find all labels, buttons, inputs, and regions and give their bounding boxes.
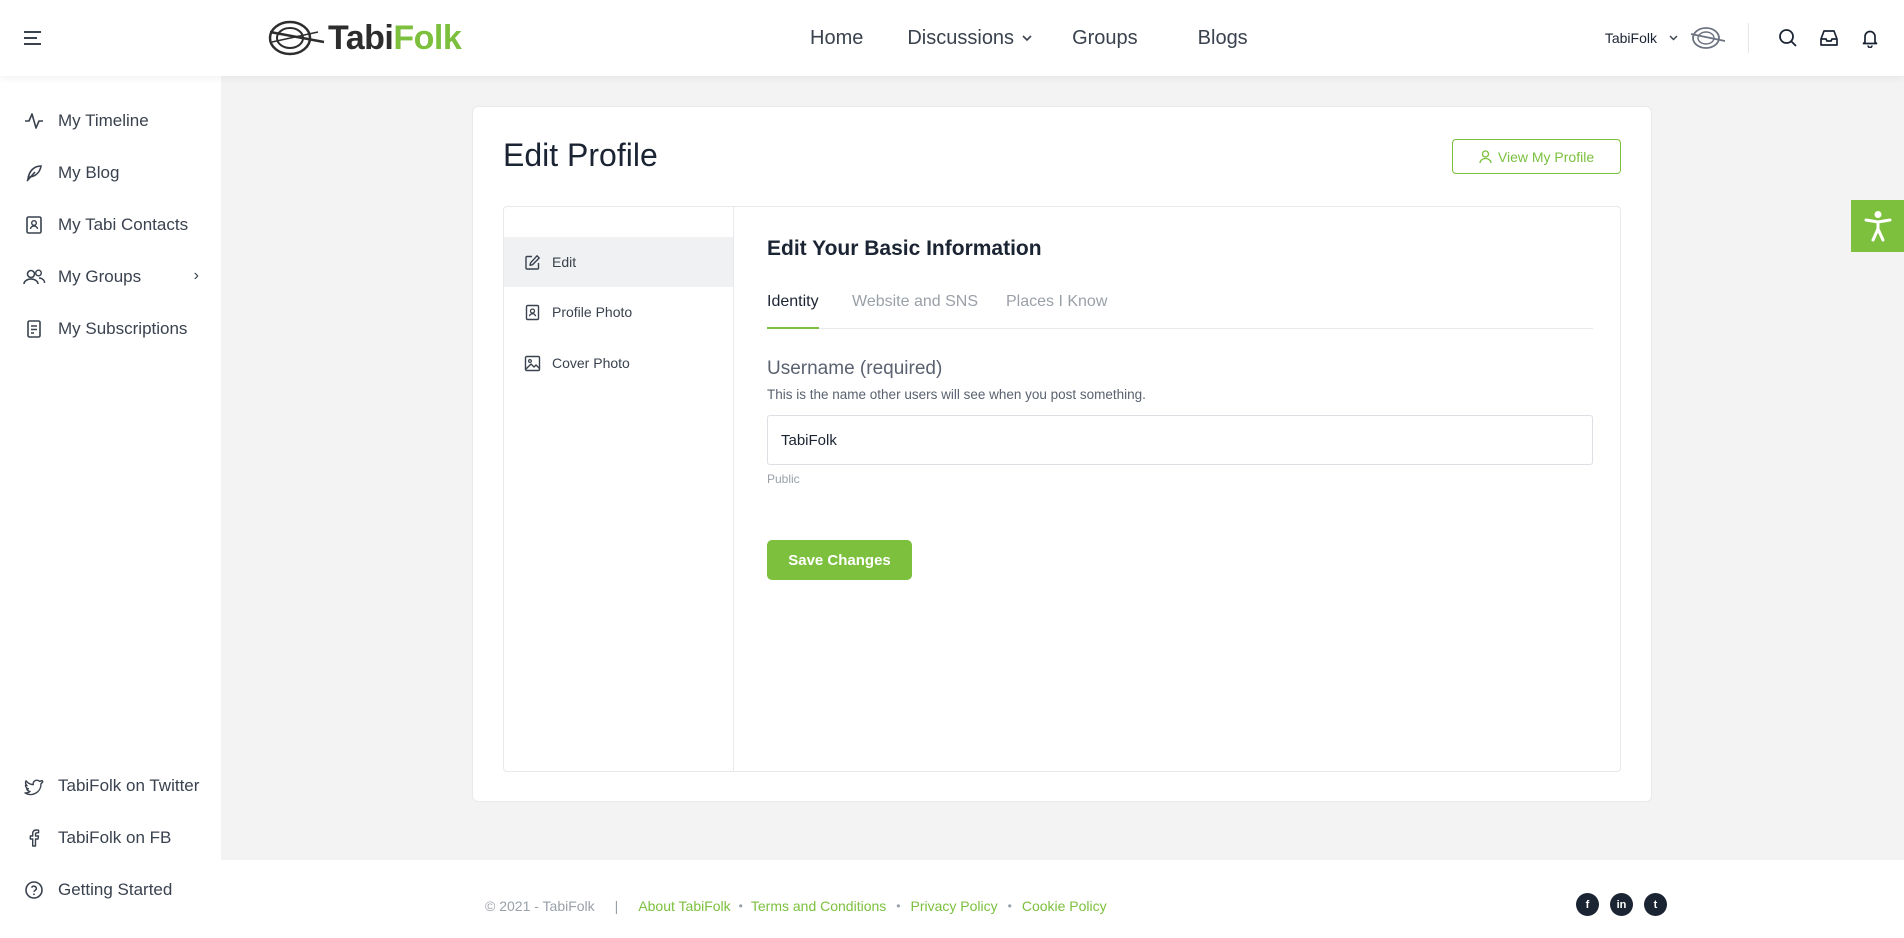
edit-profile-card: Edit Profile View My Profile Edit Profil… <box>472 106 1652 802</box>
subnav-label: Edit <box>552 254 577 270</box>
view-my-profile-label: View My Profile <box>1497 148 1595 165</box>
footer-separator: | <box>614 898 619 914</box>
username-input[interactable] <box>767 415 1593 465</box>
inbox-button[interactable] <box>1808 28 1849 48</box>
tab-website-and-sns[interactable]: Website and SNS <box>852 293 978 329</box>
header-divider <box>1748 23 1749 53</box>
linkedin-icon[interactable]: in <box>1610 893 1633 916</box>
visibility-label: Public <box>767 472 800 486</box>
subnav-cover-photo[interactable]: Cover Photo <box>504 338 733 388</box>
accessibility-icon <box>1864 211 1891 242</box>
profile-editor: Edit Profile Photo Cover Photo Edit Your… <box>503 206 1621 772</box>
activity-icon <box>22 109 46 133</box>
footer-link-about[interactable]: About TabiFolk <box>638 898 730 914</box>
nav-groups[interactable]: Groups <box>1072 27 1138 50</box>
subnav-edit[interactable]: Edit <box>504 237 733 287</box>
nav-discussions-label: Discussions <box>907 26 1015 49</box>
twitter-icon[interactable]: t <box>1644 893 1667 916</box>
subnav-label: Profile Photo <box>552 304 633 320</box>
avatar[interactable] <box>1690 24 1726 52</box>
sidebar-item-label: TabiFolk on Twitter <box>58 776 200 795</box>
help-circle-icon <box>22 878 46 902</box>
nav-home[interactable]: Home <box>810 27 863 50</box>
sidebar-item-my-tabi-contacts[interactable]: My Tabi Contacts <box>0 207 221 243</box>
footer-dot: • <box>1007 899 1012 913</box>
sidebar-item-label: My Blog <box>58 163 120 182</box>
edit-icon <box>525 254 540 270</box>
save-changes-button[interactable]: Save Changes <box>767 540 912 580</box>
footer-dot: • <box>896 899 901 913</box>
sidebar-item-label: My Tabi Contacts <box>58 215 189 234</box>
sidebar: My Timeline My Blog My Tabi Contacts My … <box>0 76 221 938</box>
user-menu-name[interactable]: TabiFolk <box>1605 30 1657 46</box>
subnav-profile-photo[interactable]: Profile Photo <box>504 287 733 337</box>
chevron-down-icon[interactable] <box>1669 35 1678 41</box>
sidebar-item-label: My Timeline <box>58 111 149 130</box>
sidebar-item-my-timeline[interactable]: My Timeline <box>0 103 221 139</box>
footer-social-icons: f in t <box>1576 893 1678 916</box>
search-button[interactable] <box>1767 28 1808 48</box>
sidebar-item-my-groups[interactable]: My Groups › <box>0 259 221 295</box>
footer-link-terms[interactable]: Terms and Conditions <box>751 898 886 914</box>
bell-icon <box>1862 30 1877 48</box>
nav-blogs[interactable]: Blogs <box>1198 27 1248 50</box>
sidebar-item-my-blog[interactable]: My Blog <box>0 155 221 191</box>
contact-book-icon <box>22 213 46 237</box>
menu-toggle-icon[interactable] <box>22 28 44 48</box>
sidebar-item-label: TabiFolk on FB <box>58 828 172 847</box>
footer-dot: • <box>738 899 743 913</box>
feather-icon <box>22 161 46 185</box>
sidebar-item-my-subscriptions[interactable]: My Subscriptions <box>0 311 221 347</box>
tab-identity[interactable]: Identity <box>767 293 819 329</box>
facebook-icon[interactable]: f <box>1576 893 1599 916</box>
sidebar-item-label: My Groups <box>58 267 142 286</box>
site-logo[interactable]: TabiFolk <box>268 16 462 60</box>
username-help-text: This is the name other users will see wh… <box>767 387 1146 402</box>
sidebar-item-facebook[interactable]: TabiFolk on FB <box>0 820 221 856</box>
logo-emblem-icon <box>268 20 325 56</box>
notifications-button[interactable] <box>1849 28 1890 48</box>
profile-tabs: Identity Website and SNS Places I Know <box>767 293 1593 329</box>
accessibility-button[interactable] <box>1851 200 1904 252</box>
logo-text-part2: Folk <box>393 18 462 57</box>
chevron-down-icon <box>1022 34 1032 41</box>
footer-link-privacy[interactable]: Privacy Policy <box>910 898 997 914</box>
profile-subnav: Edit Profile Photo Cover Photo <box>504 207 734 771</box>
sidebar-item-twitter[interactable]: TabiFolk on Twitter <box>0 768 221 804</box>
copyright: © 2021 - TabiFolk <box>485 898 595 914</box>
main-nav: Home Discussions Groups Blogs <box>810 0 1248 76</box>
footer: © 2021 - TabiFolk | About TabiFolk • Ter… <box>221 860 1904 938</box>
user-icon <box>1479 149 1492 163</box>
nav-discussions[interactable]: Discussions <box>907 27 1032 50</box>
subscriptions-icon <box>22 317 46 341</box>
footer-links: © 2021 - TabiFolk | About TabiFolk • Ter… <box>485 898 1107 914</box>
subnav-label: Cover Photo <box>552 355 630 371</box>
logo-text-part1: Tabi <box>328 18 394 57</box>
sidebar-item-label: My Subscriptions <box>58 319 188 338</box>
footer-link-cookie[interactable]: Cookie Policy <box>1022 898 1107 914</box>
twitter-icon <box>22 774 46 798</box>
logo-text: TabiFolk <box>328 18 462 58</box>
image-icon <box>524 355 541 371</box>
sidebar-item-getting-started[interactable]: Getting Started <box>0 872 221 908</box>
tab-places-i-know[interactable]: Places I Know <box>1006 293 1107 329</box>
inbox-icon <box>1819 30 1838 46</box>
edit-content: Edit Your Basic Information Identity Web… <box>734 207 1620 771</box>
view-my-profile-button[interactable]: View My Profile <box>1452 139 1621 174</box>
top-header: TabiFolk Home Discussions Groups Blogs T… <box>0 0 1904 76</box>
sidebar-item-label: Getting Started <box>58 880 173 899</box>
header-actions: TabiFolk <box>1605 0 1904 76</box>
page-title: Edit Profile <box>503 137 658 173</box>
contact-book-icon <box>525 304 540 320</box>
users-icon <box>22 265 46 289</box>
search-icon <box>1778 29 1797 47</box>
chevron-right-icon: › <box>193 267 199 284</box>
username-label: Username (required) <box>767 358 943 379</box>
facebook-icon <box>22 826 46 850</box>
section-title: Edit Your Basic Information <box>767 237 1042 260</box>
